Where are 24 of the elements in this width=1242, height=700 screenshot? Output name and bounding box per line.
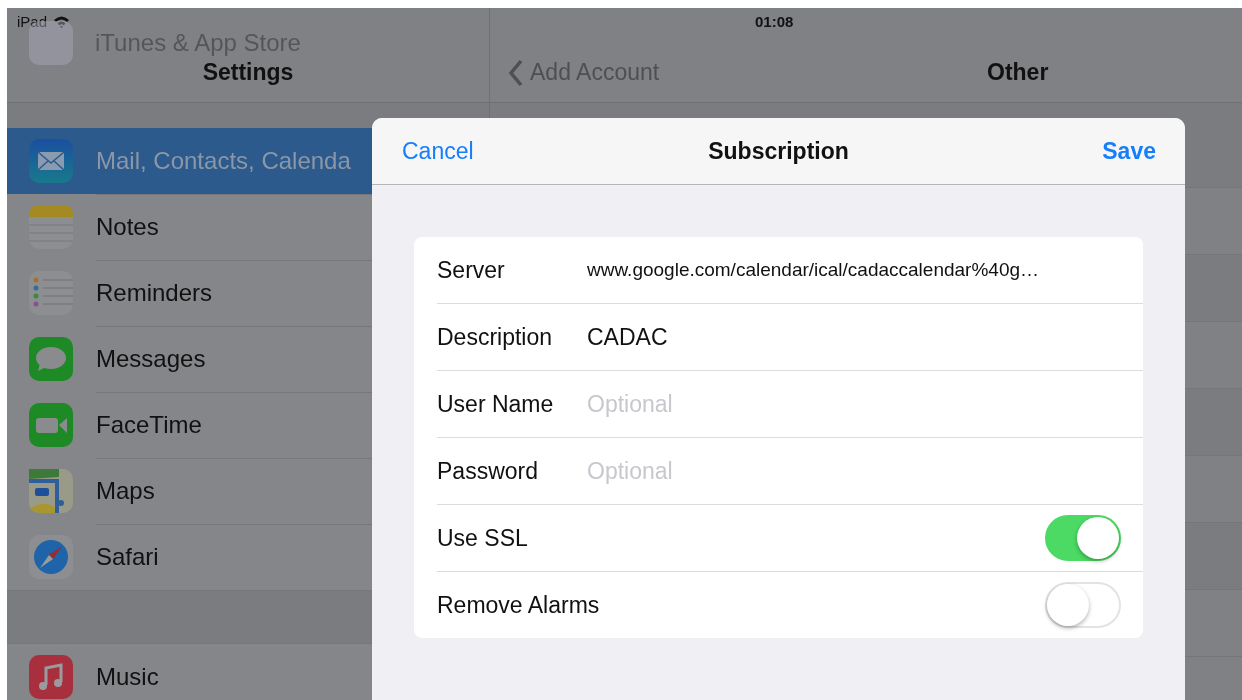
- input-field[interactable]: www.google.com/calendar/ical/cadaccalendar%40g…: [587, 259, 1121, 281]
- list-icon: [29, 271, 73, 315]
- dialog-title: Subscription: [708, 137, 849, 164]
- envelope-icon: [29, 139, 73, 183]
- video-camera-icon: [29, 403, 73, 447]
- toggle-switch[interactable]: [1045, 582, 1121, 628]
- input-field[interactable]: Optional: [587, 390, 1121, 418]
- input-field[interactable]: Optional: [587, 457, 1121, 485]
- save-button[interactable]: Save: [1102, 137, 1156, 165]
- chevron-icon: [508, 58, 524, 87]
- nav-title: Other: [987, 59, 1049, 86]
- map-icon: [29, 469, 73, 513]
- notepad-icon: [29, 205, 73, 249]
- clock: 01:08: [755, 13, 794, 30]
- compass-icon: [29, 535, 73, 579]
- cancel-button[interactable]: Cancel: [402, 137, 474, 165]
- nav-title: Settings: [202, 59, 294, 86]
- wifi-icon: [53, 15, 71, 28]
- toggle-switch[interactable]: [1045, 515, 1121, 561]
- input-field[interactable]: CADAC: [587, 323, 1121, 351]
- music-note-icon: [29, 655, 73, 699]
- speech-bubble-icon: [29, 337, 73, 381]
- device-name: iPad: [17, 13, 48, 30]
- field-label: Remove Alarms: [437, 591, 600, 619]
